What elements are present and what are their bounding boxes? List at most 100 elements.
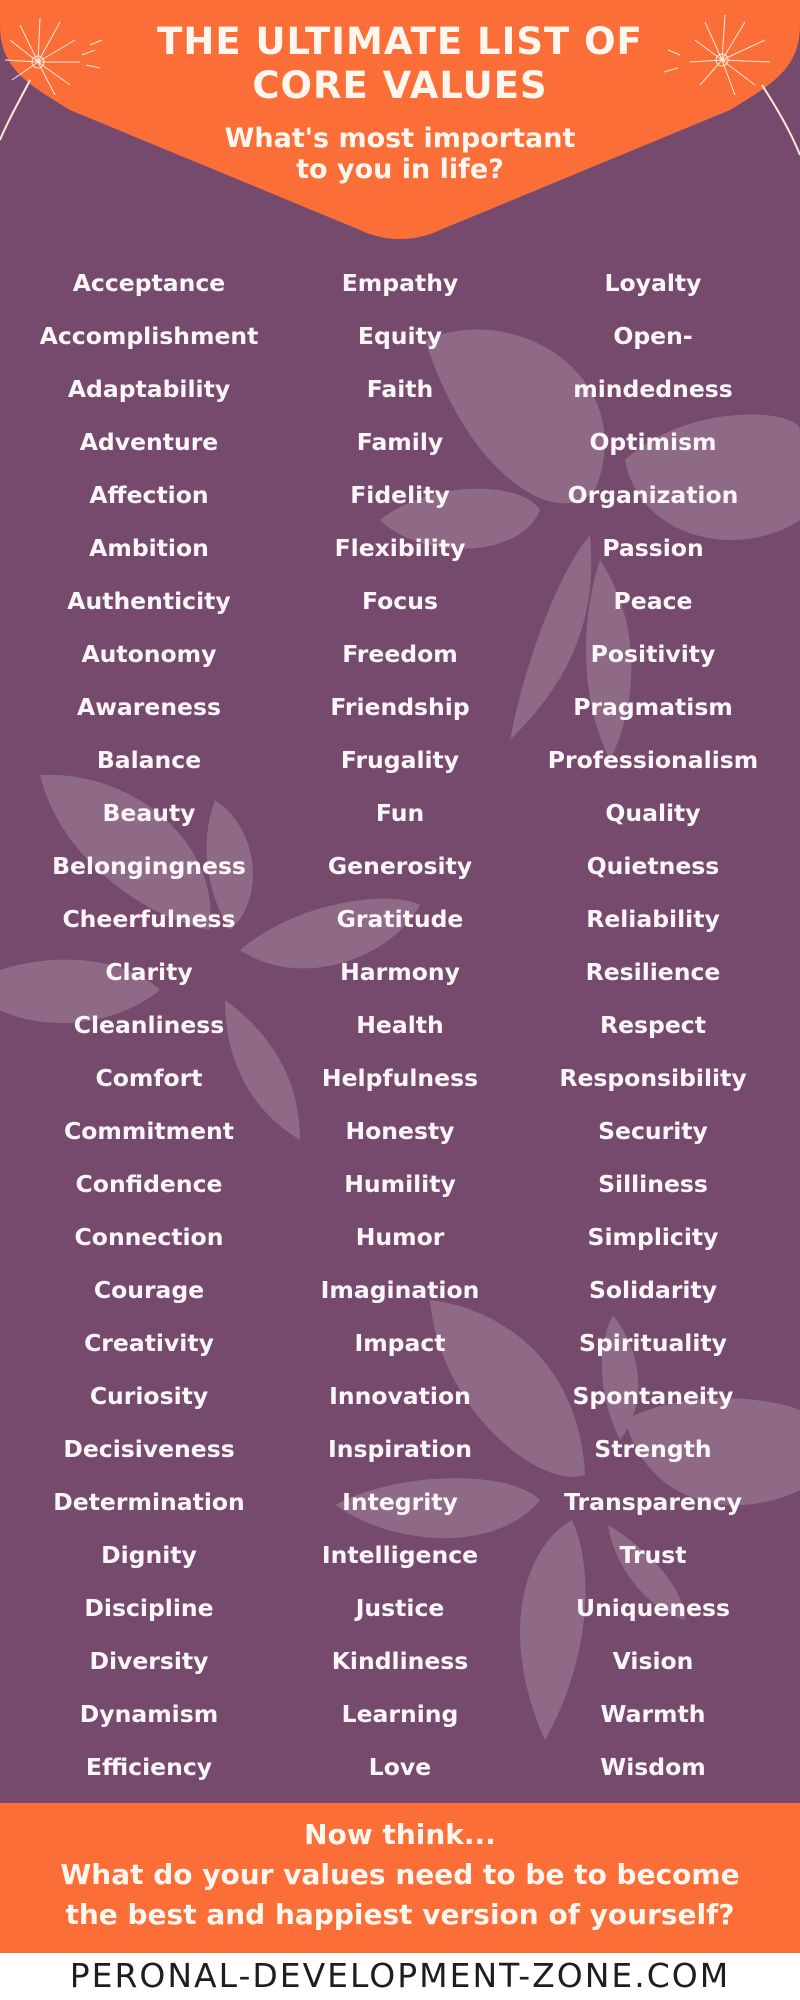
value-item: Humility <box>344 1170 456 1198</box>
value-item: Empathy <box>341 269 459 297</box>
value-item: Uniqueness <box>575 1594 730 1622</box>
footer-question: What do your values need to be to become… <box>0 1855 800 1935</box>
value-item: Kindliness <box>331 1647 469 1675</box>
value-item: Integrity <box>342 1488 458 1516</box>
value-item: Connection <box>74 1223 224 1251</box>
value-item: Autonomy <box>81 640 217 668</box>
value-item: Intelligence <box>321 1541 479 1569</box>
value-item: Dignity <box>101 1541 197 1569</box>
footer-prompt: Now think... What do your values need to… <box>0 1803 800 1953</box>
value-item: Ambition <box>89 534 209 562</box>
values-column-3: Loyalty Open-mindedness Optimism Organizati… <box>523 262 783 1799</box>
value-item: Focus <box>362 587 438 615</box>
value-item: Belongingness <box>52 852 246 880</box>
value-item: Confidence <box>75 1170 223 1198</box>
value-item: Reliability <box>586 905 720 933</box>
value-item: Open- <box>613 322 693 350</box>
value-item: Trust <box>619 1541 687 1569</box>
value-item: Solidarity <box>588 1276 718 1304</box>
subtitle-line2: to you in life? <box>296 154 504 185</box>
footer-line2: What do your values need to be to become <box>60 1858 740 1891</box>
value-item: Quietness <box>586 852 720 880</box>
value-item: mindedness <box>573 375 733 403</box>
value-item: Transparency <box>564 1488 742 1516</box>
value-item: Positivity <box>590 640 716 668</box>
value-item: Flexibility <box>334 534 466 562</box>
value-item: Strength <box>594 1435 712 1463</box>
value-item: Authenticity <box>67 587 231 615</box>
value-item: Curiosity <box>89 1382 209 1410</box>
value-item: Fun <box>375 799 425 827</box>
value-item: Commitment <box>63 1117 235 1145</box>
value-item: Awareness <box>77 693 221 721</box>
value-item: Peace <box>613 587 693 615</box>
value-item: Beauty <box>102 799 196 827</box>
value-item: Inspiration <box>328 1435 472 1463</box>
value-item: Discipline <box>84 1594 214 1622</box>
value-item: Optimism <box>589 428 717 456</box>
value-item: Balance <box>96 746 202 774</box>
value-item: Freedom <box>342 640 458 668</box>
value-item: Faith <box>366 375 434 403</box>
value-item: Honesty <box>345 1117 455 1145</box>
value-item: Generosity <box>327 852 473 880</box>
page-title-line1: THE ULTIMATE LIST OF <box>157 20 643 63</box>
value-item: Professionalism <box>547 746 759 774</box>
value-item: Gratitude <box>336 905 464 933</box>
value-item: Responsibility <box>559 1064 747 1092</box>
footer-line3: the best and happiest version of yoursel… <box>65 1898 735 1931</box>
value-item: Warmth <box>600 1700 706 1728</box>
value-item: Adventure <box>79 428 219 456</box>
value-item: Diversity <box>89 1647 209 1675</box>
value-item: Affection <box>89 481 209 509</box>
value-item: Helpfulness <box>321 1064 479 1092</box>
value-item: Pragmatism <box>573 693 733 721</box>
value-item: Equity <box>357 322 443 350</box>
value-item: Impact <box>354 1329 446 1357</box>
value-item: Learning <box>341 1700 459 1728</box>
value-item: Respect <box>600 1011 706 1039</box>
values-column-1: Acceptance Accomplishment Adaptability Adve… <box>19 262 279 1799</box>
value-item: Harmony <box>340 958 460 986</box>
value-item: Love <box>368 1753 432 1781</box>
value-item: Vision <box>612 1647 694 1675</box>
value-item: Creativity <box>84 1329 214 1357</box>
page-title-line2: CORE VALUES <box>252 64 548 107</box>
value-item: Accomplishment <box>39 322 259 350</box>
value-item: Wisdom <box>600 1753 706 1781</box>
value-item: Acceptance <box>72 269 226 297</box>
value-item: Simplicity <box>587 1223 719 1251</box>
value-item: Quality <box>605 799 701 827</box>
value-item: Security <box>598 1117 708 1145</box>
value-item: Fidelity <box>350 481 450 509</box>
value-item: Innovation <box>329 1382 471 1410</box>
value-item: Comfort <box>95 1064 203 1092</box>
value-item: Spirituality <box>579 1329 727 1357</box>
value-item: Adaptability <box>67 375 231 403</box>
value-item: Family <box>356 428 444 456</box>
value-item: Friendship <box>330 693 470 721</box>
values-column-2: Empathy Equity Faith Family Fidelity Flexibil… <box>270 262 530 1799</box>
footer-line1: Now think... <box>304 1818 496 1851</box>
value-item: Health <box>356 1011 444 1039</box>
value-item: Clarity <box>105 958 193 986</box>
site-url: PERONAL-DEVELOPMENT-ZONE.COM <box>0 1953 800 2000</box>
header: THE ULTIMATE LIST OF CORE VALUES What's … <box>0 0 800 250</box>
value-item: Resilience <box>585 958 721 986</box>
value-item: Humor <box>355 1223 445 1251</box>
value-item: Imagination <box>320 1276 480 1304</box>
value-item: Passion <box>602 534 704 562</box>
value-item: Frugality <box>340 746 460 774</box>
value-item: Justice <box>355 1594 445 1622</box>
value-item: Courage <box>93 1276 205 1304</box>
value-item: Spontaneity <box>572 1382 734 1410</box>
subtitle-line1: What's most important <box>224 123 576 154</box>
value-item: Cleanliness <box>73 1011 225 1039</box>
value-item: Efficiency <box>85 1753 213 1781</box>
value-item: Dynamism <box>79 1700 219 1728</box>
value-item: Silliness <box>598 1170 708 1198</box>
value-item: Organization <box>567 481 739 509</box>
value-item: Loyalty <box>604 269 702 297</box>
value-item: Determination <box>53 1488 245 1516</box>
value-item: Decisiveness <box>63 1435 235 1463</box>
